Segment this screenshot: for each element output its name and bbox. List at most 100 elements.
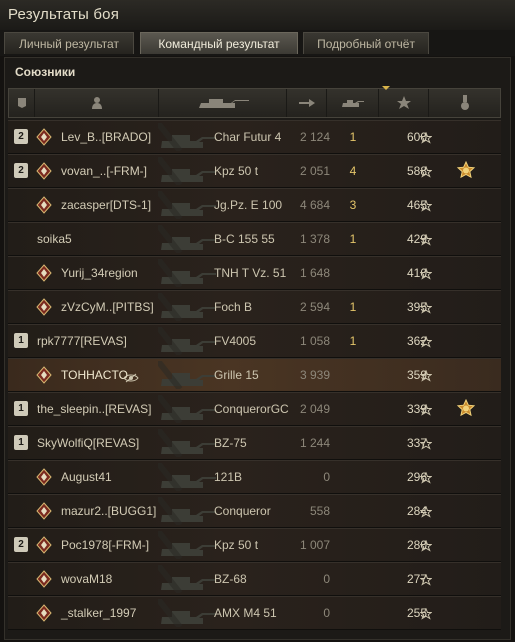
tank-name: BZ-75	[214, 436, 247, 450]
tank-name: Foch B	[214, 300, 253, 314]
kills-value: 1	[349, 300, 357, 314]
damage-icon[interactable]	[287, 89, 327, 117]
table-row[interactable]: soika5 B-C 155 55 1 378 1 429	[8, 222, 501, 256]
kills-icon[interactable]	[327, 89, 379, 117]
tab-detailed-report[interactable]: Подробный отчёт	[303, 32, 429, 54]
tank-name: B-C 155 55	[214, 232, 275, 246]
title-bar: Результаты боя	[0, 0, 515, 31]
kills-value: 1	[349, 334, 357, 348]
tank-silhouette-icon	[155, 461, 218, 493]
player-name: mazur2..[BUGG1]	[61, 504, 157, 518]
kills-value	[344, 461, 362, 493]
platoon-badge: 1	[14, 401, 28, 416]
table-row[interactable]: 1 rpk7777[REVAS] FV4005 1 058 1 362	[8, 324, 501, 358]
tank-silhouette-icon	[155, 495, 218, 527]
player-icon[interactable]	[35, 89, 159, 117]
table-row[interactable]: mazur2..[BUGG1] Conqueror 558 284	[8, 494, 501, 528]
player-name: _stalker_1997	[61, 606, 137, 620]
tank-silhouette-icon	[155, 121, 218, 153]
player-name: rpk7777[REVAS]	[37, 334, 127, 348]
tab-team-result[interactable]: Командный результат	[140, 32, 298, 54]
damage-value: 4 684	[299, 198, 330, 212]
table-row[interactable]: 1 SkyWolfiQ[REVAS] BZ-75 1 244 337	[8, 426, 501, 460]
rank-badge-icon	[35, 366, 53, 384]
tank-icon[interactable]	[159, 89, 287, 117]
rank-badge-icon	[35, 570, 53, 588]
table-row[interactable]: 1 the_sleepin..[REVAS] ConquerorGC 2 049 339	[8, 392, 501, 426]
tank-silhouette-icon	[155, 597, 218, 629]
damage-value: 2 124	[299, 130, 330, 144]
xp-star-icon	[419, 301, 433, 314]
xp-star-icon	[419, 335, 433, 348]
damage-value: 0	[323, 470, 330, 484]
table-row[interactable]: zVzCyM..[PITBS] Foch B2 594 1 395	[8, 290, 501, 324]
tank-silhouette-icon	[155, 325, 218, 357]
player-name: wovaM18	[61, 572, 113, 586]
damage-value: 0	[323, 606, 330, 620]
kills-value	[344, 427, 362, 459]
rank-badge-icon	[35, 162, 53, 180]
tank-silhouette-icon	[155, 529, 218, 561]
xp-star-icon	[419, 369, 433, 382]
table-row[interactable]: 2 Poc1978[-FRM-] Kpz 50 t1 007 280	[8, 528, 501, 562]
medal-icon[interactable]	[429, 89, 501, 117]
kills-value	[344, 359, 362, 391]
damage-value: 558	[309, 504, 330, 518]
xp-star-icon	[419, 437, 433, 450]
xp-star-icon	[419, 403, 433, 416]
player-name: zVzCyM..[PITBS]	[61, 300, 154, 314]
damage-value: 1 058	[299, 334, 330, 348]
player-name: Lev_B..[BRADO]	[61, 130, 152, 144]
allies-list: 2 Lev_B..[BRADO] Char Futur 42 124 1 600 2 vov…	[8, 120, 501, 630]
platoon-badge: 2	[14, 537, 28, 552]
player-name: vovan_..[-FRM-]	[61, 164, 148, 178]
table-row[interactable]: TOHHACTO Grille 15 3 939 359	[8, 358, 501, 392]
table-row[interactable]: August41 121B 0 296	[8, 460, 501, 494]
rank-badge-icon	[35, 264, 53, 282]
rank-badge-icon	[35, 298, 53, 316]
player-name: SkyWolfiQ[REVAS]	[37, 436, 140, 450]
tank-name: BZ-68	[214, 572, 247, 586]
table-row[interactable]: wovaM18 BZ-68 0 277	[8, 562, 501, 596]
tank-name: FV4005	[214, 334, 257, 348]
player-name: Poc1978[-FRM-]	[61, 538, 150, 552]
xp-star-icon	[419, 165, 433, 178]
damage-value: 1 378	[299, 232, 330, 246]
kills-value	[344, 597, 362, 629]
medal-icon[interactable]	[456, 398, 476, 419]
table-row[interactable]: zacasper[DTS-1] Jg.Pz. E 100 4 684 3 465	[8, 188, 501, 222]
tank-name: Conqueror	[214, 504, 271, 518]
tank-silhouette-icon	[155, 223, 218, 255]
table-header	[8, 88, 501, 118]
xp-star-icon[interactable]	[379, 89, 429, 117]
section-label-allies: Союзники	[15, 65, 76, 79]
xp-star-icon	[419, 573, 433, 586]
kills-value	[344, 529, 362, 561]
table-row[interactable]: Yurij_34region TNH T Vz. 51 1 648 410	[8, 256, 501, 290]
damage-value: 2 594	[299, 300, 330, 314]
table-row[interactable]: _stalker_1997 AMX M4 51 0 255	[8, 596, 501, 630]
xp-star-icon	[419, 199, 433, 212]
platoon-badge: 1	[14, 435, 28, 450]
tank-silhouette-icon	[155, 359, 218, 391]
xp-star-icon	[419, 267, 433, 280]
player-name: the_sleepin..[REVAS]	[37, 402, 152, 416]
table-row[interactable]: 2 vovan_..[-FRM-] Kpz 50 t2 051 4 588	[8, 154, 501, 188]
kills-value: 1	[349, 232, 357, 246]
tank-silhouette-icon	[155, 563, 218, 595]
medal-icon[interactable]	[456, 160, 476, 181]
xp-star-icon	[419, 505, 433, 518]
damage-value: 1 007	[299, 538, 330, 552]
tank-silhouette-icon	[155, 189, 218, 221]
tab-personal-result[interactable]: Личный результат	[4, 32, 134, 54]
player-name: August41	[61, 470, 112, 484]
damage-value: 1 244	[299, 436, 330, 450]
tank-silhouette-icon	[155, 155, 218, 187]
platoon-icon[interactable]	[9, 89, 35, 117]
xp-star-icon	[419, 539, 433, 552]
tank-silhouette-icon	[155, 291, 218, 323]
table-row[interactable]: 2 Lev_B..[BRADO] Char Futur 42 124 1 600	[8, 120, 501, 154]
player-name: Yurij_34region	[61, 266, 138, 280]
platoon-badge: 2	[14, 129, 28, 144]
platoon-badge: 1	[14, 333, 28, 348]
